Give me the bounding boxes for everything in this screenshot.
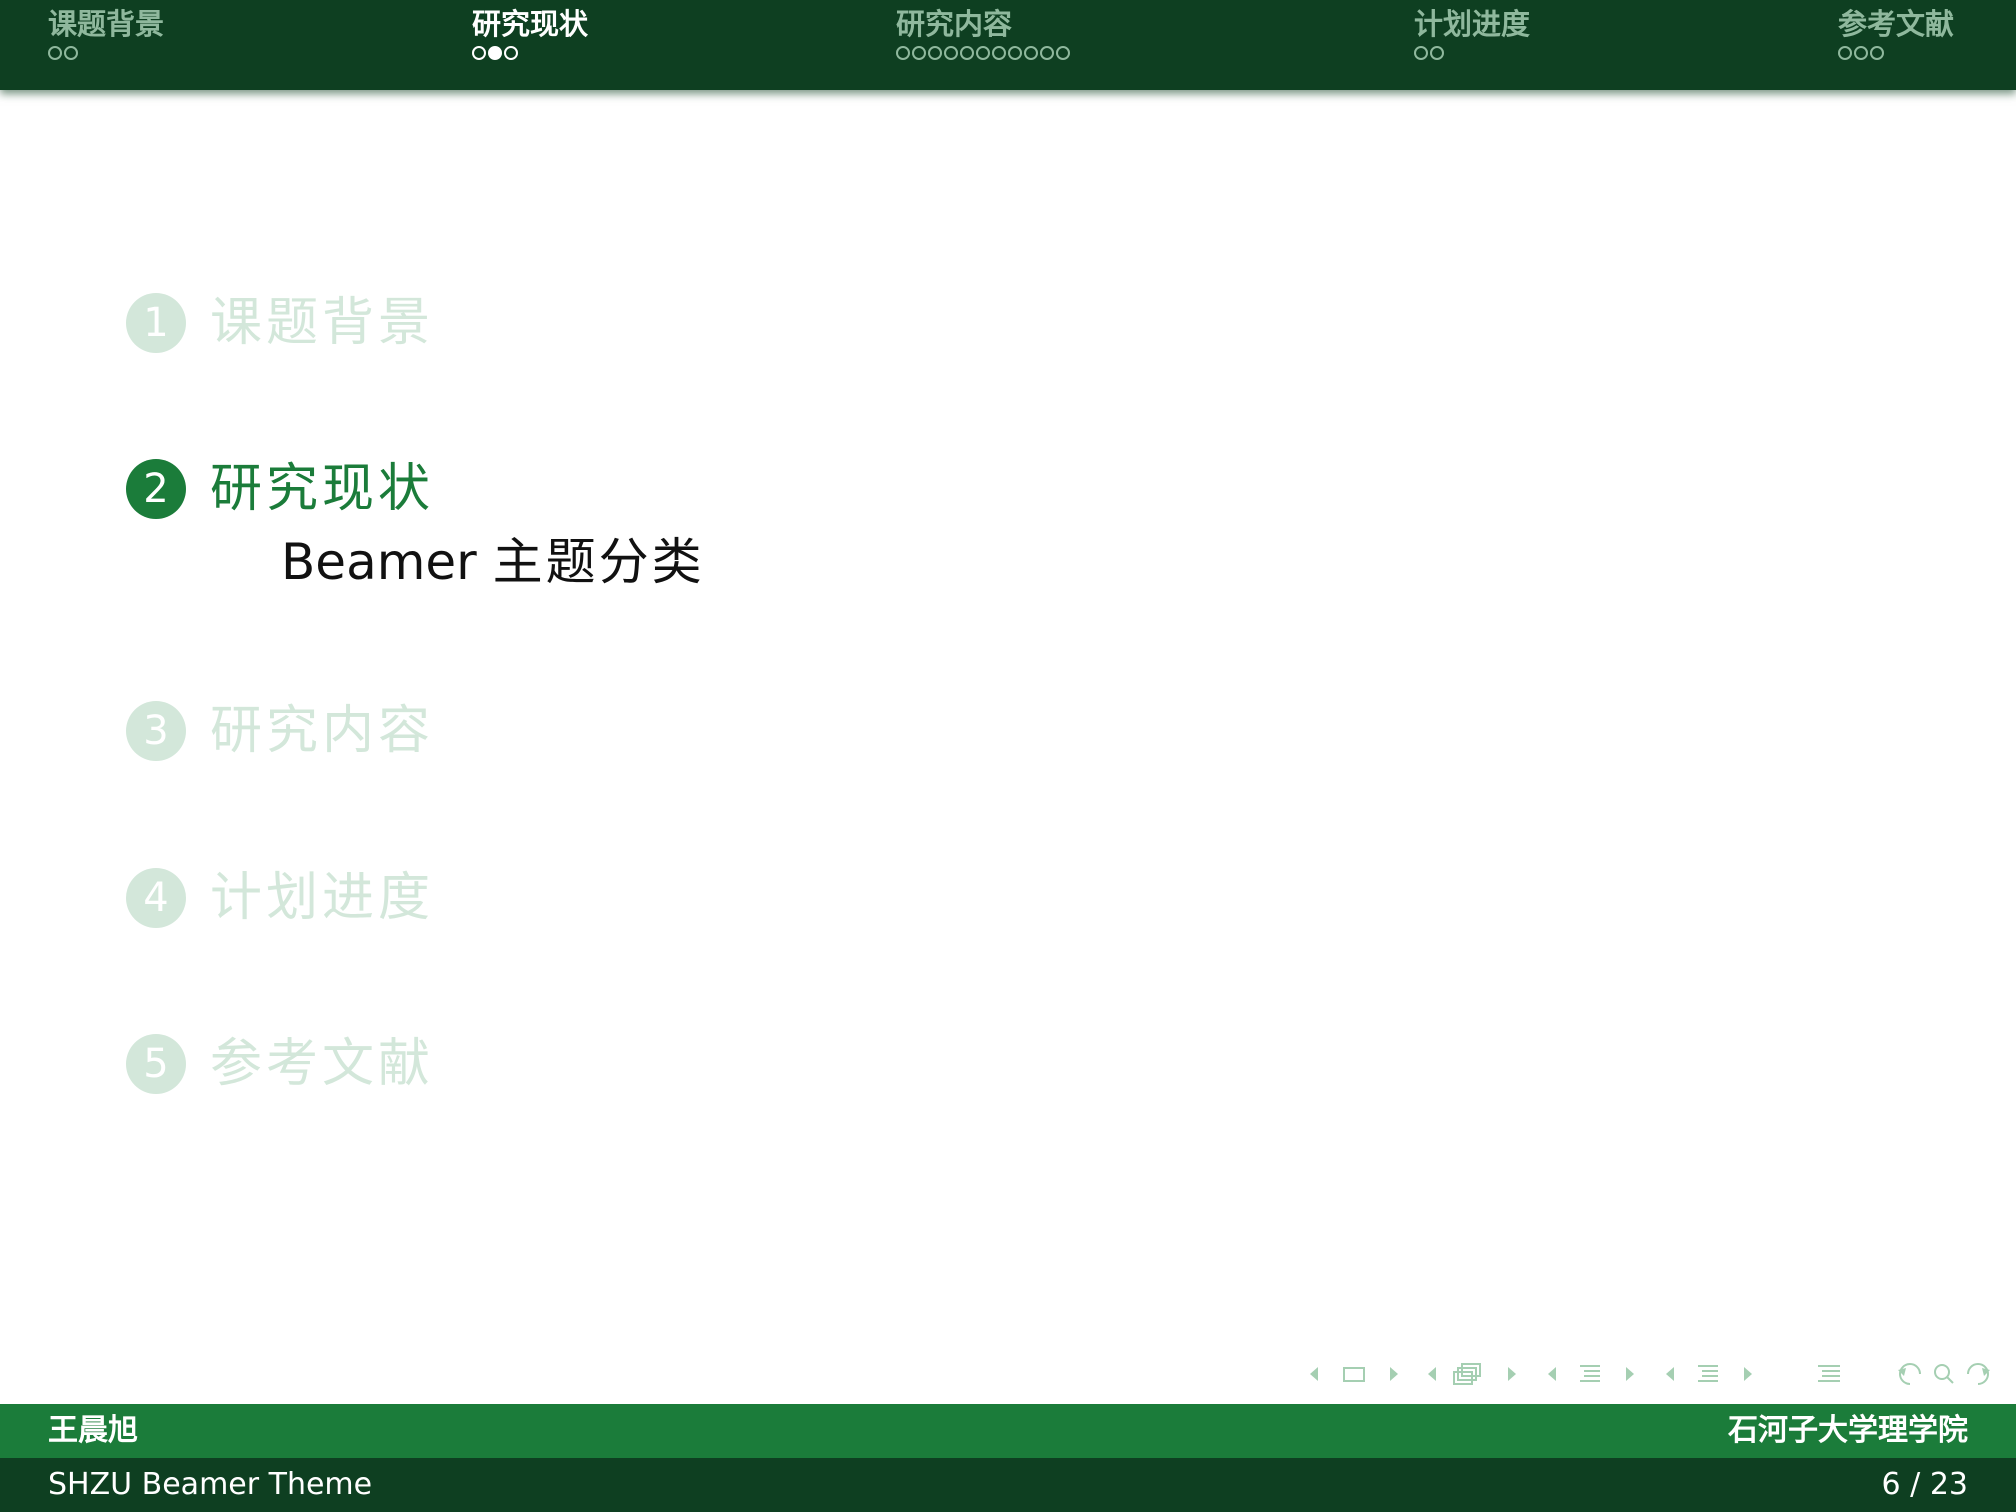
frame-icon[interactable]: [1343, 1367, 1365, 1382]
prev-subsection-icon[interactable]: [1428, 1367, 1436, 1381]
toc-item-title[interactable]: 计划进度: [210, 868, 434, 928]
toc-item-3[interactable]: 3 研究内容: [126, 701, 434, 761]
prev-section-icon[interactable]: [1548, 1367, 1556, 1381]
subsection-nav-group: [1420, 1358, 1530, 1390]
nav-section-title[interactable]: 计划进度: [1414, 4, 1530, 44]
footer-author-bar: 王晨旭 石河子大学理学院: [0, 1404, 2016, 1458]
frame-dot[interactable]: [1854, 46, 1868, 60]
toc-number-badge: 4: [126, 868, 186, 928]
frame-nav-group: [1304, 1358, 1414, 1390]
toc-item-title[interactable]: 研究现状: [210, 459, 434, 519]
next-section-icon[interactable]: [1626, 1367, 1634, 1381]
document-nav-group: [1658, 1358, 1768, 1390]
toc-subsection-zh[interactable]: 主题分类: [493, 533, 705, 591]
frame-dots: [1414, 46, 1530, 60]
toc-item-2[interactable]: 2 研究现状: [126, 459, 434, 519]
next-frame-icon[interactable]: [1390, 1367, 1398, 1381]
search-icon[interactable]: [1934, 1364, 1954, 1384]
footer-title-bar: SHZU Beamer Theme 6 / 23: [0, 1458, 2016, 1512]
toc-item-5[interactable]: 5 参考文献: [126, 1034, 434, 1094]
undo-icon[interactable]: [1898, 1363, 1921, 1385]
toc-subsection-latin[interactable]: Beamer: [281, 533, 477, 591]
footer-author: 王晨旭: [48, 1413, 138, 1448]
section-icon[interactable]: [1580, 1365, 1600, 1382]
next-subsection-icon[interactable]: [1508, 1367, 1516, 1381]
subsection-icon[interactable]: [1453, 1363, 1481, 1385]
section-icon[interactable]: [1698, 1365, 1718, 1382]
toc-item-title[interactable]: 研究内容: [210, 701, 434, 761]
document-icon[interactable]: [1818, 1365, 1840, 1382]
toc-item-title[interactable]: 课题背景: [210, 293, 434, 353]
toc-number-badge: 2: [126, 459, 186, 519]
toc-item-4[interactable]: 4 计划进度: [126, 868, 434, 928]
appendix-nav-group: [1810, 1358, 1850, 1390]
footer-page-number: 6 / 23: [1881, 1467, 1968, 1502]
frame-dot[interactable]: [1414, 46, 1428, 60]
section-nav-group: [1540, 1358, 1650, 1390]
frame-dot[interactable]: [48, 46, 62, 60]
nav-section-title[interactable]: 参考文献: [1838, 4, 1954, 44]
frame-dots: [1838, 46, 1954, 60]
frame-dot[interactable]: [1870, 46, 1884, 60]
toc-number-badge: 1: [126, 293, 186, 353]
prev-section-icon[interactable]: [1666, 1367, 1674, 1381]
toc-subsection-current[interactable]: Beamer 主题分类: [281, 532, 705, 592]
prev-frame-icon[interactable]: [1310, 1367, 1318, 1381]
toc-number-badge: 3: [126, 701, 186, 761]
search-nav-group: [1890, 1358, 2004, 1390]
frame-dot[interactable]: [1430, 46, 1444, 60]
table-of-contents: 1 课题背景 2 研究现状 Beamer 主题分类 3 研究内容 4 计划进度 …: [126, 0, 1326, 1200]
next-section-icon[interactable]: [1744, 1367, 1752, 1381]
nav-section-plan[interactable]: 计划进度: [1414, 4, 1530, 60]
frame-dot[interactable]: [1838, 46, 1852, 60]
nav-section-references[interactable]: 参考文献: [1838, 4, 1954, 60]
footer-institute: 石河子大学理学院: [1728, 1413, 1968, 1448]
toc-number-badge: 5: [126, 1034, 186, 1094]
redo-icon[interactable]: [1967, 1363, 1990, 1385]
frame-dot[interactable]: [64, 46, 78, 60]
toc-item-1[interactable]: 1 课题背景: [126, 293, 434, 353]
toc-item-title[interactable]: 参考文献: [210, 1034, 434, 1094]
footer-title: SHZU Beamer Theme: [48, 1467, 373, 1502]
